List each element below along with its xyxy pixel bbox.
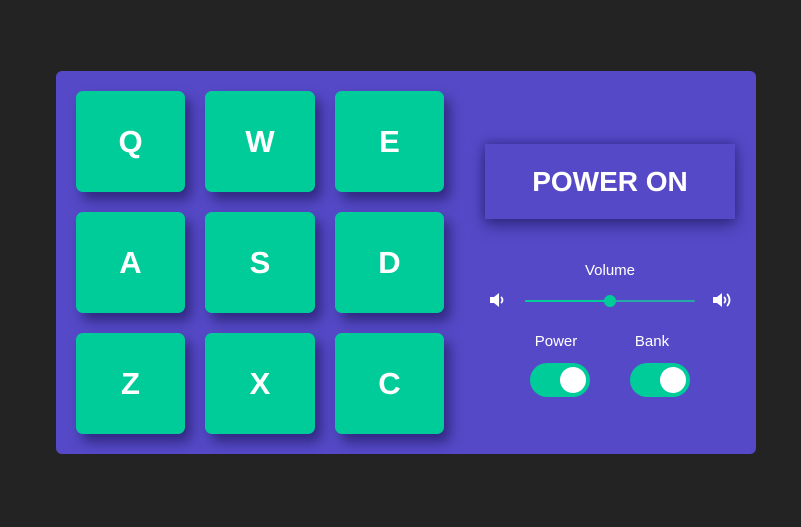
drum-pad-c[interactable]: C [335, 333, 444, 434]
drum-pad-e[interactable]: E [335, 91, 444, 192]
bank-toggle[interactable] [630, 363, 690, 397]
power-toggle-knob [560, 367, 586, 393]
volume-label: Volume [584, 262, 636, 279]
volume-high-icon [712, 291, 732, 309]
drum-pad-z[interactable]: Z [76, 333, 185, 434]
volume-low-icon [488, 291, 508, 309]
drum-machine: Q W E A S D Z X C POWER ON Volume Power … [56, 71, 756, 454]
volume-slider-thumb[interactable] [604, 295, 616, 307]
drum-pad-w[interactable]: W [205, 91, 315, 192]
volume-slider-fill [525, 300, 610, 302]
volume-slider[interactable] [525, 295, 695, 307]
drum-pad-a[interactable]: A [76, 212, 185, 313]
drum-pad-x[interactable]: X [205, 333, 315, 434]
bank-switch-label: Bank [634, 333, 670, 350]
drum-pad-d[interactable]: D [335, 212, 444, 313]
bank-toggle-knob [660, 367, 686, 393]
status-display: POWER ON [485, 144, 735, 219]
drum-pad-s[interactable]: S [205, 212, 315, 313]
drum-pad-q[interactable]: Q [76, 91, 185, 192]
drum-pad-grid: Q W E A S D Z X C [76, 91, 444, 434]
power-toggle[interactable] [530, 363, 590, 397]
power-switch-label: Power [534, 333, 578, 350]
